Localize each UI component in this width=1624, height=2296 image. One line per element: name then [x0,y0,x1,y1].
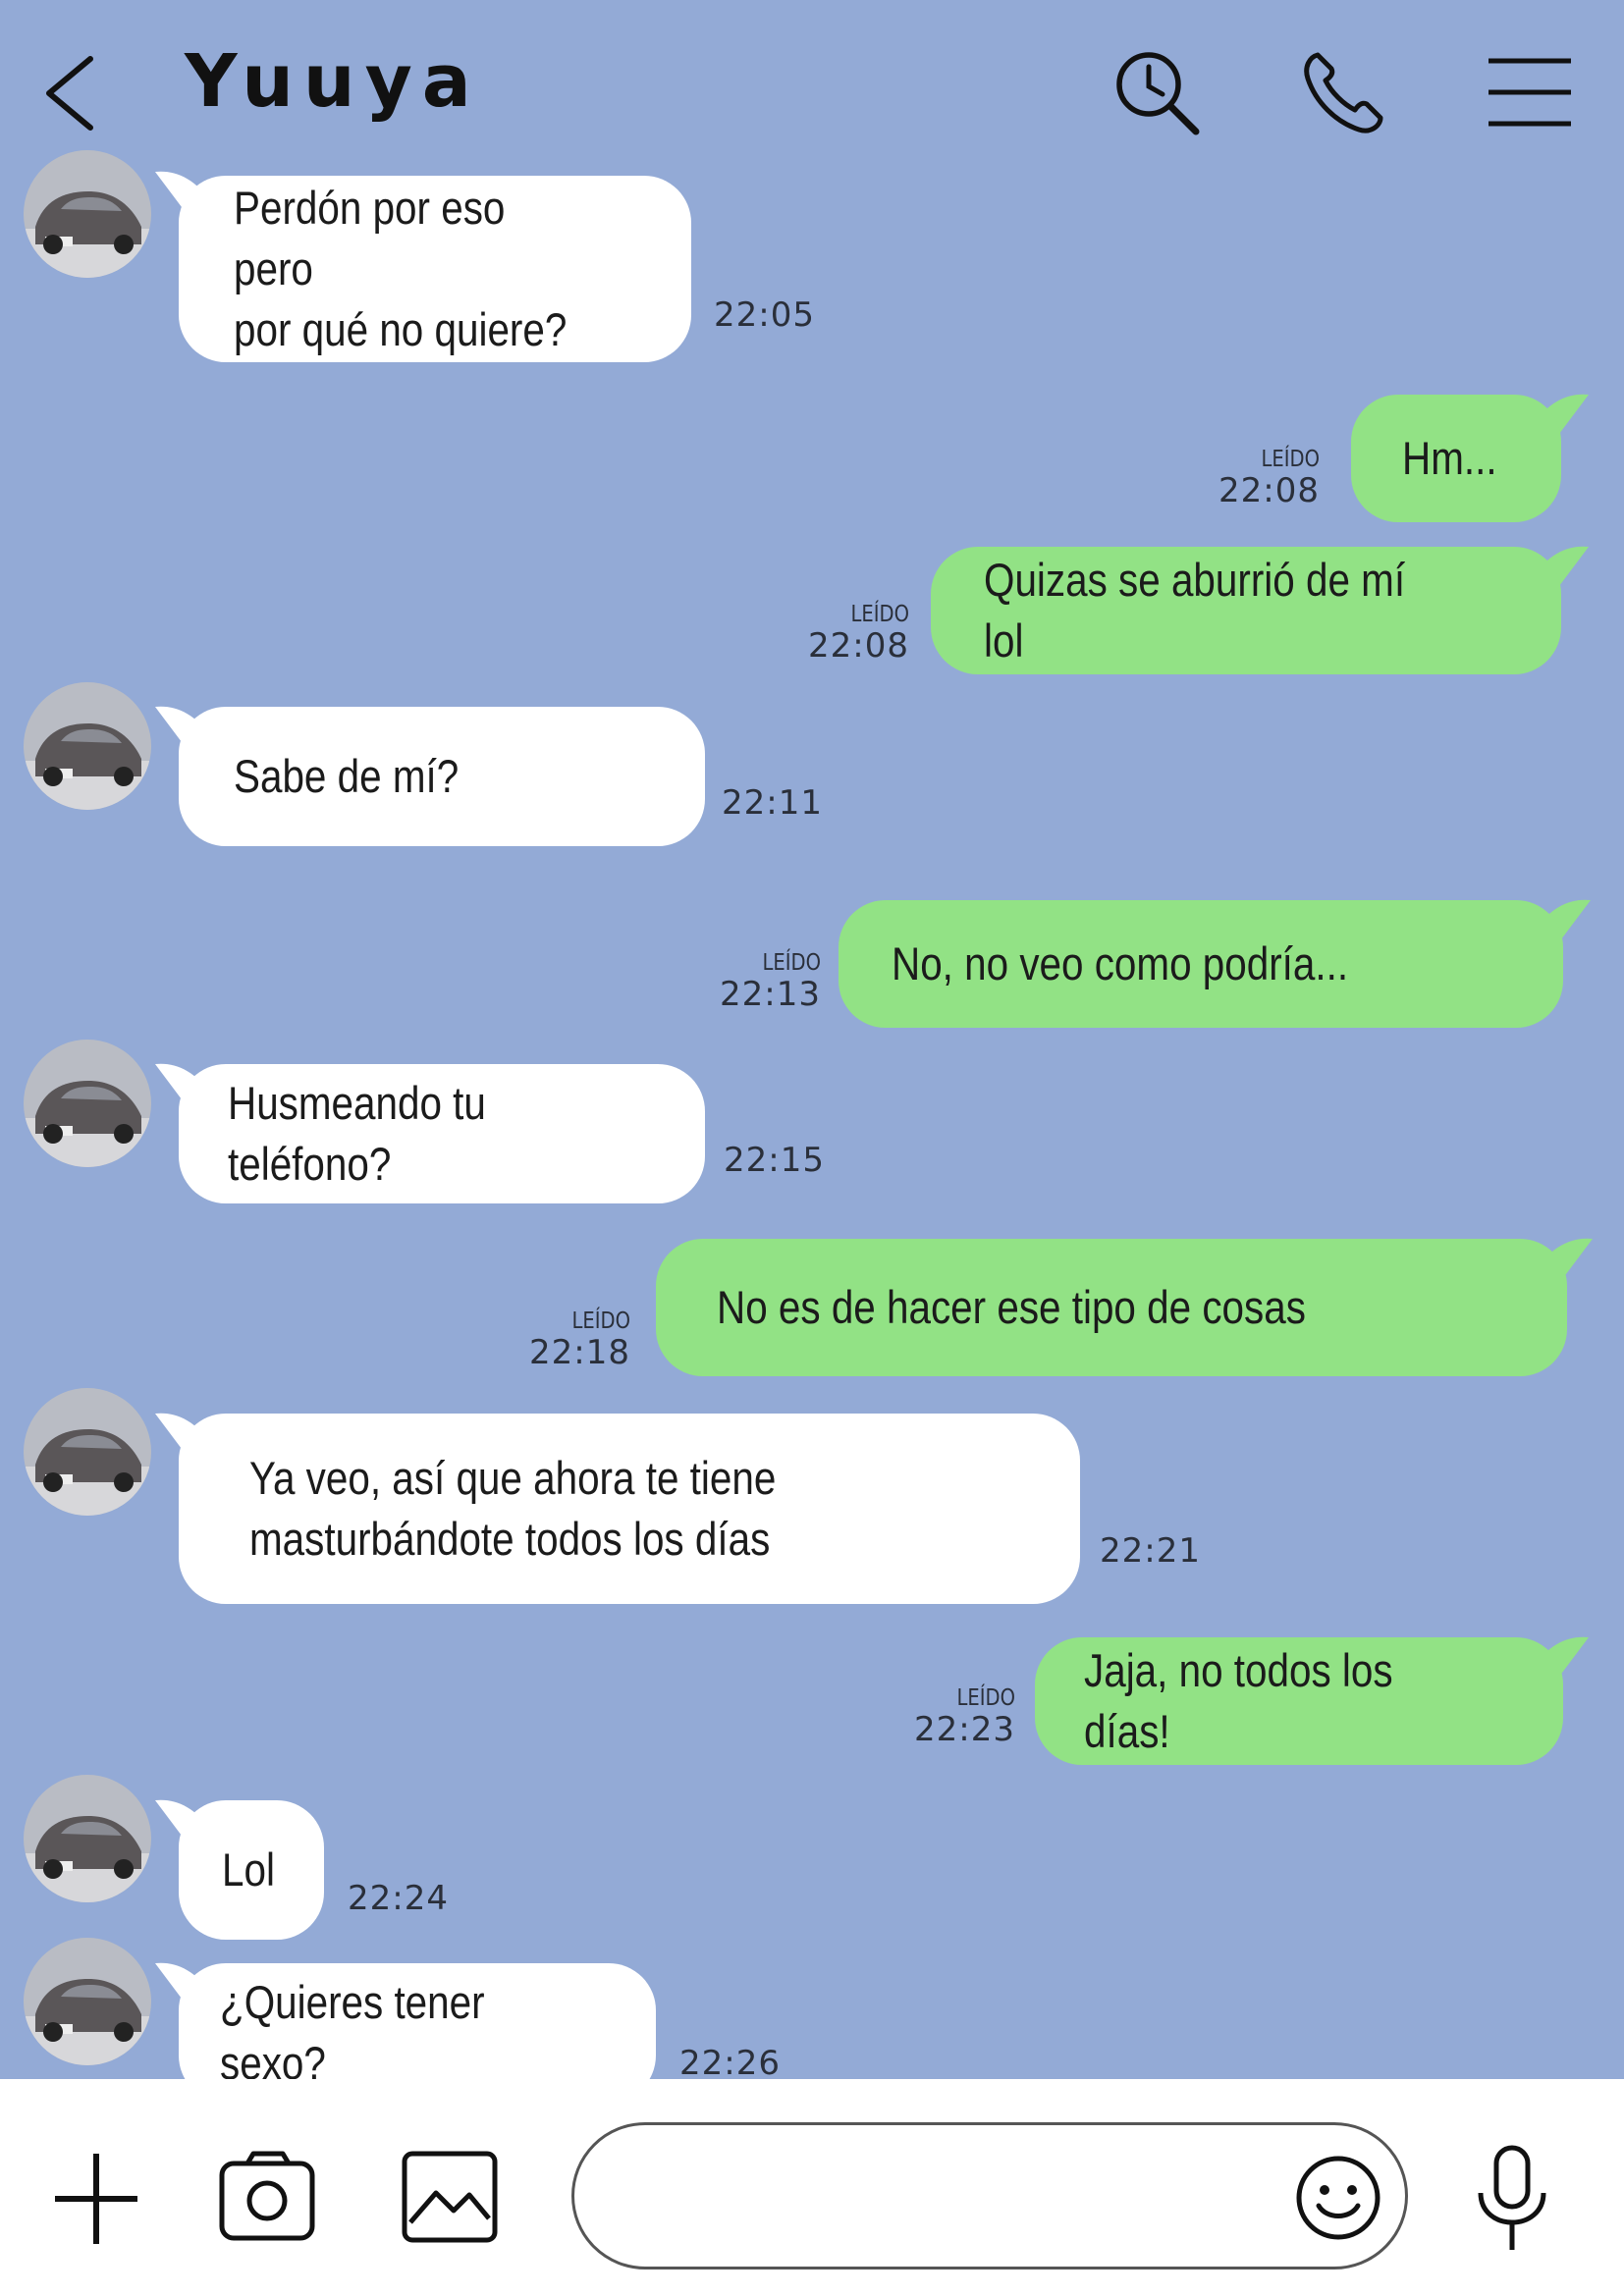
message-time: 22:15 [724,1141,825,1180]
avatar[interactable] [24,1388,151,1516]
read-receipt: LEÍDO 22:18 [529,1308,630,1370]
avatar[interactable] [24,1040,151,1167]
message-bubble[interactable]: Ya veo, así que ahora te tiene masturbán… [179,1414,1080,1604]
read-status: LEÍDO [762,950,821,976]
read-receipt: LEÍDO 22:23 [914,1684,1015,1747]
message-time: 22:23 [914,1710,1015,1749]
emoji-icon[interactable] [1293,2153,1383,2243]
read-status: LEÍDO [571,1308,630,1334]
message-text: Perdón por eso pero por qué no quiere? [234,182,568,355]
message-bubble[interactable]: Lol [179,1800,324,1940]
car-photo [24,1938,151,2065]
message-text: No es de hacer ese tipo de cosas [717,1281,1306,1333]
message-text: Lol [222,1843,275,1896]
image-icon[interactable] [401,2150,499,2244]
message-text: Hm... [1402,432,1497,484]
message-bubble[interactable]: No, no veo como podría... [839,900,1563,1028]
avatar[interactable] [24,1775,151,1902]
message-time: 22:18 [529,1333,630,1372]
message-time: 22:26 [679,2044,781,2079]
avatar[interactable] [24,150,151,278]
message-bubble[interactable]: ¿Quieres tener sexo? [179,1963,656,2079]
message-text: Sabe de mí? [234,750,460,802]
message-bubble[interactable]: Sabe de mí? [179,707,705,846]
camera-icon[interactable] [218,2150,316,2244]
read-receipt: LEÍDO 22:08 [1218,446,1320,508]
message-text: ¿Quieres tener sexo? [220,1976,485,2079]
car-photo [24,1775,151,1902]
message-list[interactable]: Perdón por eso pero por qué no quiere? 2… [0,0,1624,2079]
car-photo [24,1388,151,1516]
message-text: Husmeando tu teléfono? [228,1077,486,1190]
message-time: 22:08 [1218,471,1320,510]
message-text: No, no veo como podría... [892,937,1349,989]
message-input-box[interactable] [571,2122,1408,2269]
read-status: LEÍDO [1261,447,1320,472]
message-composer [0,2079,1624,2296]
microphone-icon[interactable] [1473,2144,1551,2254]
message-bubble[interactable]: Hm... [1351,395,1561,522]
message-text: Quizas se aburrió de mí lol [984,554,1406,667]
message-time: 22:21 [1100,1531,1201,1571]
message-text: Ya veo, así que ahora te tiene masturbán… [249,1452,777,1565]
message-bubble[interactable]: Perdón por eso pero por qué no quiere? [179,176,691,362]
message-time: 22:13 [720,975,821,1014]
car-photo [24,682,151,810]
message-input[interactable] [614,2155,1246,2241]
read-receipt: LEÍDO 22:08 [808,601,909,664]
message-time: 22:05 [714,295,815,335]
read-receipt: LEÍDO 22:13 [720,949,821,1012]
read-status: LEÍDO [850,602,909,627]
message-bubble[interactable]: Jaja, no todos los días! [1035,1637,1563,1765]
message-time: 22:08 [808,626,909,666]
plus-icon[interactable] [51,2150,141,2248]
car-photo [24,1040,151,1167]
avatar[interactable] [24,1938,151,2065]
message-bubble[interactable]: Husmeando tu teléfono? [179,1064,705,1203]
car-photo [24,150,151,278]
avatar[interactable] [24,682,151,810]
message-bubble[interactable]: No es de hacer ese tipo de cosas [656,1239,1567,1376]
message-bubble[interactable]: Quizas se aburrió de mí lol [931,547,1561,674]
message-time: 22:11 [722,783,823,823]
message-time: 22:24 [348,1879,449,1918]
message-text: Jaja, no todos los días! [1084,1644,1393,1757]
read-status: LEÍDO [956,1685,1015,1711]
